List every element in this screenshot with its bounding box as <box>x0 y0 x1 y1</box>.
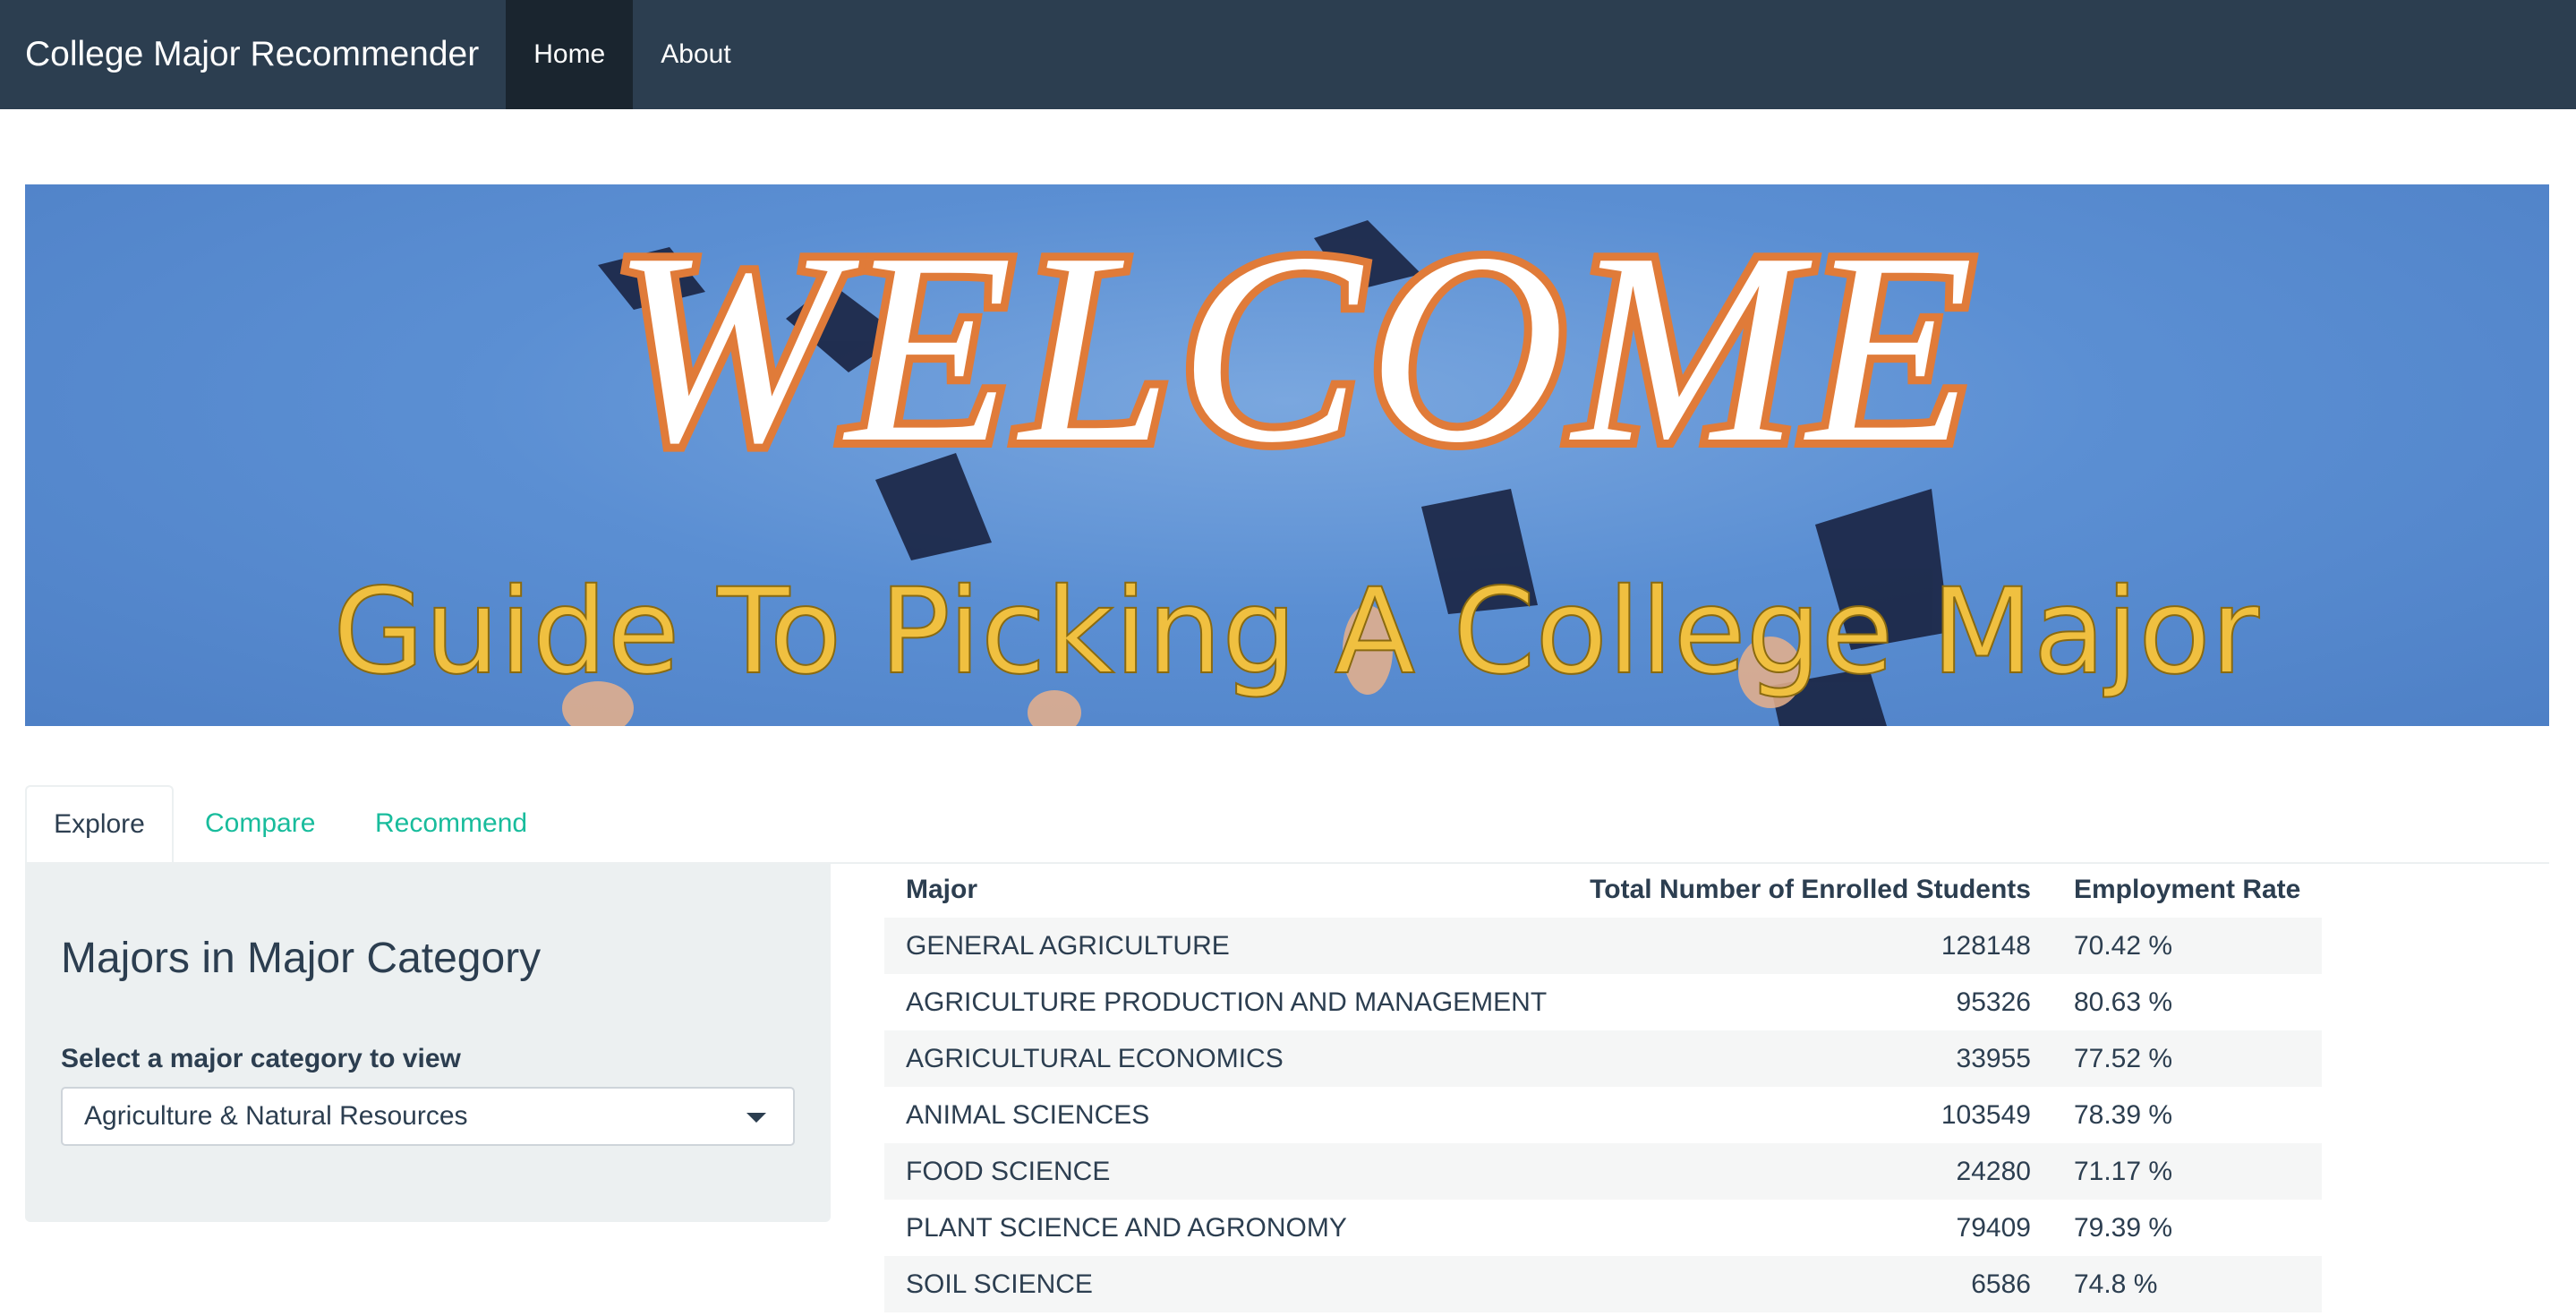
sidebar-panel: Majors in Major Category Select a major … <box>25 862 831 1222</box>
top-navbar: College Major Recommender Home About <box>0 0 2576 109</box>
nav-item-about[interactable]: About <box>633 0 758 109</box>
banner-subheadline: Guide To Picking A College Major <box>333 563 2260 701</box>
majors-table: Major Total Number of Enrolled Students … <box>884 862 2323 1312</box>
table-row: SOIL SCIENCE 6586 74.8 % <box>884 1256 2323 1312</box>
cell-total-students: 6586 <box>1971 1269 2031 1299</box>
table-row: AGRICULTURE PRODUCTION AND MANAGEMENT 95… <box>884 974 2322 1030</box>
cell-total-students: 24280 <box>1956 1156 2031 1186</box>
cell-major: GENERAL AGRICULTURE <box>906 930 1230 961</box>
table-row: FOOD SCIENCE 24280 71.17 % <box>884 1143 2323 1200</box>
cell-total-students: 79409 <box>1956 1212 2031 1243</box>
nav-item-home[interactable]: Home <box>506 0 634 109</box>
tab-bar: Explore Compare Recommend <box>25 785 2549 864</box>
table-row: PLANT SCIENCE AND AGRONOMY 79409 79.39 % <box>884 1200 2322 1256</box>
tab-explore[interactable]: Explore <box>25 785 174 864</box>
cell-employment-rate: 80.63 % <box>2073 987 2173 1017</box>
table-header-row: Major Total Number of Enrolled Students … <box>884 862 2322 918</box>
cell-employment-rate: 77.52 % <box>2073 1043 2173 1073</box>
cell-total-students: 95326 <box>1956 987 2031 1017</box>
major-category-select[interactable]: Agriculture & Natural Resources <box>61 1087 795 1146</box>
cell-employment-rate: 78.39 % <box>2073 1099 2173 1130</box>
cell-major: FOOD SCIENCE <box>906 1156 1111 1186</box>
cell-major: ANIMAL SCIENCES <box>906 1099 1150 1130</box>
table-row: GENERAL AGRICULTURE 128148 70.42 % <box>884 918 2323 974</box>
cell-major: AGRICULTURAL ECONOMICS <box>906 1043 1284 1073</box>
navbar-brand[interactable]: College Major Recommender <box>0 0 506 109</box>
chevron-down-icon <box>746 1113 766 1123</box>
column-header-major[interactable]: Major <box>884 862 1568 918</box>
cell-total-students: 103549 <box>1941 1099 2031 1130</box>
banner-headline: WELCOME <box>611 196 1981 499</box>
major-category-select-value: Agriculture & Natural Resources <box>84 1101 468 1131</box>
cell-employment-rate: 70.42 % <box>2073 930 2173 961</box>
cell-employment-rate: 71.17 % <box>2073 1156 2173 1186</box>
cell-major: SOIL SCIENCE <box>906 1269 1093 1299</box>
welcome-banner-image: WELCOME Guide To Picking A College Major <box>25 184 2549 726</box>
cell-major: AGRICULTURE PRODUCTION AND MANAGEMENT <box>906 987 1548 1017</box>
column-header-employment-rate[interactable]: Employment Rate <box>2052 862 2322 918</box>
banner-graphic: WELCOME Guide To Picking A College Major <box>332 188 2261 726</box>
cell-employment-rate: 79.39 % <box>2073 1212 2173 1243</box>
cell-total-students: 128148 <box>1941 930 2031 961</box>
column-header-total-students[interactable]: Total Number of Enrolled Students <box>1568 862 2052 918</box>
category-select-label: Select a major category to view <box>61 1044 461 1073</box>
tab-recommend[interactable]: Recommend <box>375 785 527 862</box>
table-row: AGRICULTURAL ECONOMICS 33955 77.52 % <box>884 1030 2323 1087</box>
cell-employment-rate: 74.8 % <box>2073 1269 2158 1299</box>
tab-compare[interactable]: Compare <box>205 785 315 862</box>
cell-total-students: 33955 <box>1956 1043 2031 1073</box>
panel-title: Majors in Major Category <box>61 935 542 982</box>
cell-major: PLANT SCIENCE AND AGRONOMY <box>906 1212 1347 1243</box>
table-row: ANIMAL SCIENCES 103549 78.39 % <box>884 1087 2322 1143</box>
